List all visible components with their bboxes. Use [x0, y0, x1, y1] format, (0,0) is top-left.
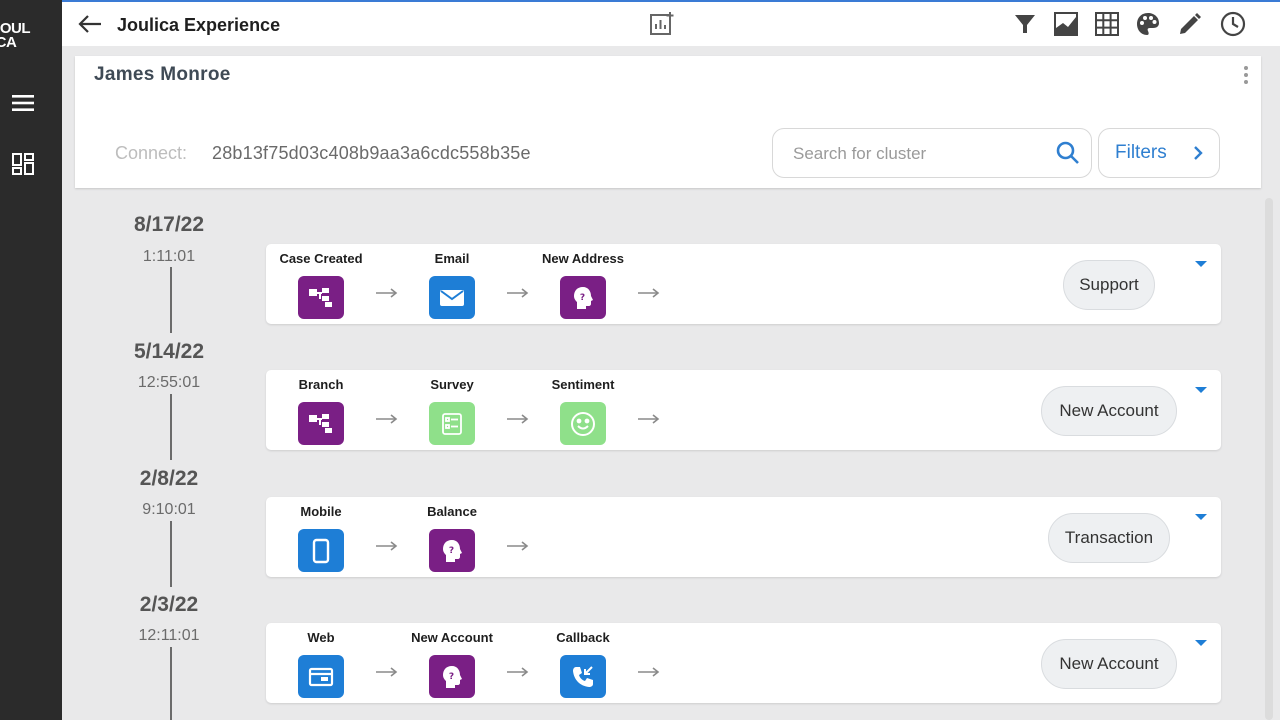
caret-down-icon[interactable]: [1195, 260, 1207, 268]
step-label: Balance: [427, 504, 477, 519]
pencil-icon[interactable]: [1177, 11, 1203, 37]
chevron-right-icon: [1194, 146, 1203, 160]
more-options-icon[interactable]: [1241, 66, 1251, 88]
connect-id: 28b13f75d03c408b9aa3a6cdc558b35e: [212, 143, 531, 163]
entry-date: 5/14/22: [133, 340, 205, 363]
filter-icon[interactable]: [1012, 11, 1038, 37]
survey-icon[interactable]: [429, 402, 475, 445]
step-label: Survey: [430, 377, 474, 392]
step-label: Case Created: [279, 251, 363, 266]
caret-down-icon[interactable]: [1195, 639, 1207, 647]
tag-chip[interactable]: Transaction: [1048, 513, 1170, 563]
cluster-search: [772, 128, 1092, 178]
joulica-logo: JOUL ICA: [0, 22, 62, 50]
head-question-icon[interactable]: ?: [429, 655, 475, 698]
hamburger-menu-icon[interactable]: [11, 91, 35, 115]
arrow-right-icon: [638, 667, 660, 677]
browser-icon[interactable]: [298, 655, 344, 698]
step-label: Branch: [298, 377, 344, 392]
caret-down-icon[interactable]: [1195, 513, 1207, 521]
entry-time: 12:11:01: [138, 627, 200, 644]
svg-text:?: ?: [449, 546, 454, 556]
dashboard-icon[interactable]: [11, 152, 35, 176]
arrow-right-icon: [376, 541, 398, 551]
entry-time: 9:10:01: [142, 501, 196, 518]
search-input[interactable]: [793, 142, 1043, 166]
tag-chip[interactable]: New Account: [1041, 639, 1177, 689]
timeline-connector: [170, 521, 172, 587]
timeline-connector: [170, 394, 172, 460]
step-label: Sentiment: [551, 377, 615, 392]
app-title: Joulica Experience: [117, 15, 281, 35]
filters-label: Filters: [1115, 142, 1167, 163]
phone-callback-icon[interactable]: [560, 655, 606, 698]
timeline-connector: [170, 267, 172, 333]
head-question-icon[interactable]: ?: [429, 529, 475, 572]
step-label: Web: [307, 630, 335, 645]
head-question-icon[interactable]: ?: [560, 276, 606, 319]
tag-chip[interactable]: Support: [1063, 260, 1155, 310]
step-label: New Address: [542, 251, 624, 266]
journey-card[interactable]: Branch Survey Sentiment New Account: [266, 370, 1221, 450]
branch-icon[interactable]: [298, 402, 344, 445]
arrow-right-icon: [507, 541, 529, 551]
tag-chip[interactable]: New Account: [1041, 386, 1177, 436]
timeline-connector: [170, 647, 172, 720]
svg-text:?: ?: [449, 672, 454, 682]
arrow-right-icon: [507, 667, 529, 677]
branch-icon[interactable]: [298, 276, 344, 319]
grid-icon[interactable]: [1094, 11, 1120, 37]
back-arrow-icon[interactable]: [76, 12, 104, 36]
arrow-right-icon: [376, 288, 398, 298]
smiley-icon[interactable]: [560, 402, 606, 445]
add-chart-icon[interactable]: [648, 10, 676, 38]
step-label: New Account: [411, 630, 493, 645]
journey-card[interactable]: Case Created Email New Address ? Support: [266, 244, 1221, 324]
journey-card[interactable]: Mobile Balance ? Transaction: [266, 497, 1221, 577]
customer-name: James Monroe: [94, 64, 231, 85]
area-chart-icon[interactable]: [1053, 11, 1079, 37]
step-label: Callback: [556, 630, 610, 645]
left-rail: JOUL ICA: [0, 0, 62, 720]
main-content: James Monroe Connect: 28b13f75d03c408b9a…: [62, 46, 1280, 720]
search-icon[interactable]: [1055, 140, 1081, 166]
arrow-right-icon: [638, 414, 660, 424]
envelope-icon[interactable]: [429, 276, 475, 319]
entry-time: 12:55:01: [137, 374, 201, 391]
entry-date: 2/8/22: [139, 467, 199, 490]
step-label: Email: [434, 251, 470, 266]
journey-card[interactable]: Web New Account ? Callback New Account: [266, 623, 1221, 703]
arrow-right-icon: [376, 414, 398, 424]
mobile-icon[interactable]: [298, 529, 344, 572]
arrow-right-icon: [507, 288, 529, 298]
connect-label: Connect:: [115, 143, 188, 163]
clock-icon[interactable]: [1220, 11, 1246, 37]
entry-date: 2/3/22: [139, 593, 199, 616]
caret-down-icon[interactable]: [1195, 386, 1207, 394]
palette-icon[interactable]: [1135, 11, 1161, 37]
arrow-right-icon: [638, 288, 660, 298]
entry-date: 8/17/22: [133, 213, 205, 236]
top-bar: Joulica Experience: [62, 0, 1280, 46]
svg-text:?: ?: [580, 293, 585, 303]
logo-line-2: ICA: [0, 34, 17, 50]
customer-header-card: James Monroe Connect: 28b13f75d03c408b9a…: [75, 56, 1261, 188]
arrow-right-icon: [376, 667, 398, 677]
entry-time: 1:11:01: [142, 248, 196, 265]
arrow-right-icon: [507, 414, 529, 424]
filters-button[interactable]: Filters: [1098, 128, 1220, 178]
scrollbar[interactable]: [1265, 198, 1273, 720]
step-label: Mobile: [300, 504, 342, 519]
